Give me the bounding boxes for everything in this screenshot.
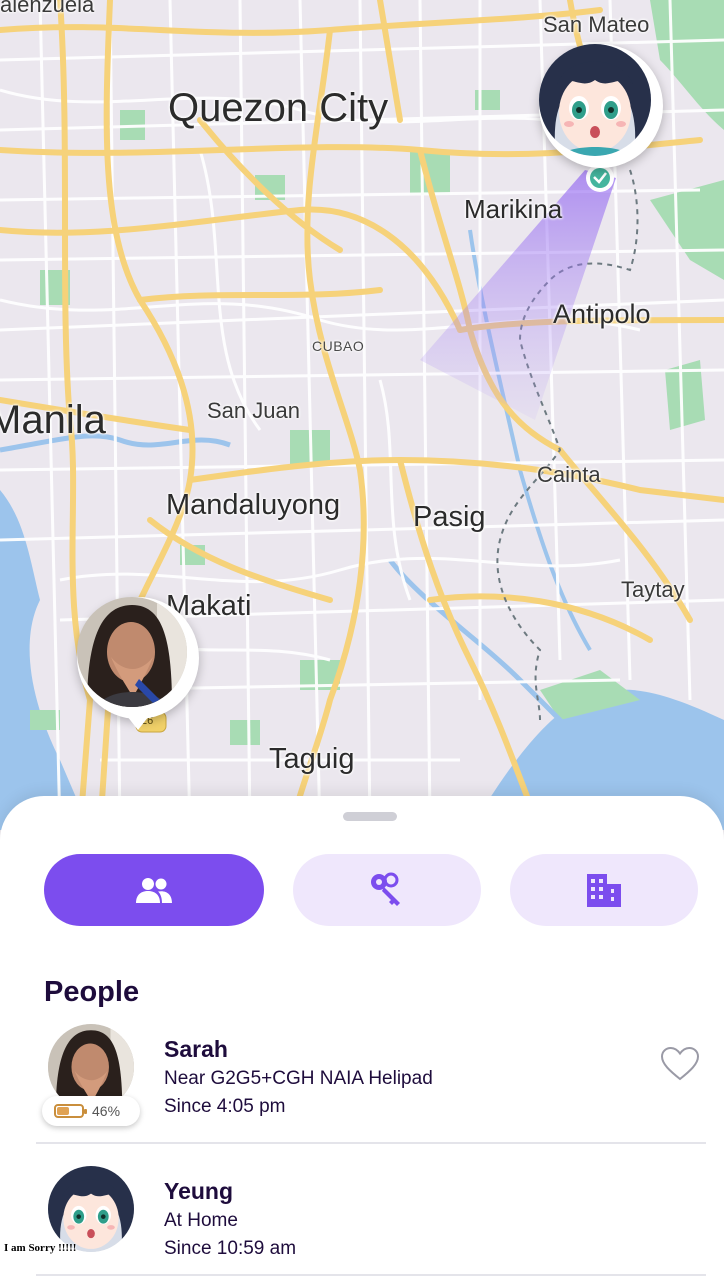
person-row-yeung[interactable]: Yeung At Home Since 10:59 am xyxy=(36,1166,706,1280)
sarah-pin-tail xyxy=(127,716,149,730)
yeung-map-pin[interactable] xyxy=(539,44,663,168)
map-label-mandaluyong: Mandaluyong xyxy=(166,489,341,521)
battery-badge: 46% xyxy=(42,1096,140,1126)
heart-outline-icon[interactable] xyxy=(660,1046,700,1082)
yeung-avatar xyxy=(48,1166,134,1252)
map-label-pasig: Pasig xyxy=(413,501,486,533)
sarah-map-pin[interactable] xyxy=(77,597,199,719)
map-label-taytay: Taytay xyxy=(621,577,685,602)
battery-icon xyxy=(54,1104,87,1118)
battery-level-fill xyxy=(57,1107,69,1115)
map-label-marikina: Marikina xyxy=(464,194,563,224)
map-view[interactable]: alenzuela San Mateo Quezon City Marikina… xyxy=(0,0,724,830)
bottom-sheet: People 46% Sarah Near G2G5+CGH NAIA Heli… xyxy=(0,796,724,1280)
anime-avatar-icon xyxy=(48,1166,134,1252)
map-label-cubao: CUBAO xyxy=(312,338,365,354)
map-label-san-juan: San Juan xyxy=(207,398,300,423)
row-divider xyxy=(36,1274,706,1276)
tab-keys[interactable] xyxy=(293,854,481,926)
building-icon xyxy=(587,874,621,907)
person-row-sarah[interactable]: 46% Sarah Near G2G5+CGH NAIA Helipad Sin… xyxy=(36,1024,706,1144)
keys-icon xyxy=(371,872,400,906)
anime-avatar-icon xyxy=(539,44,651,156)
map-label-valenzuela: alenzuela xyxy=(0,0,95,17)
people-icon xyxy=(136,878,172,903)
map-label-quezon-city: Quezon City xyxy=(168,86,389,130)
person-name: Yeung xyxy=(164,1178,234,1204)
map-label-san-mateo: San Mateo xyxy=(543,12,650,37)
map-label-taguig: Taguig xyxy=(269,743,355,775)
person-since: Since 4:05 pm xyxy=(164,1096,286,1117)
person-location: Near G2G5+CGH NAIA Helipad xyxy=(164,1068,433,1089)
person-since: Since 10:59 am xyxy=(164,1238,297,1259)
battery-percent: 46% xyxy=(92,1103,121,1119)
map-label-antipolo: Antipolo xyxy=(553,299,651,329)
person-name: Sarah xyxy=(164,1036,228,1062)
sheet-drag-handle[interactable] xyxy=(343,812,397,821)
overlay-caption: I am Sorry !!!!! xyxy=(4,1242,77,1254)
section-title-people: People xyxy=(44,976,140,1008)
tab-people[interactable] xyxy=(44,854,264,926)
map-label-manila: Manila xyxy=(0,398,106,442)
person-location: At Home xyxy=(164,1210,238,1231)
person-photo-icon xyxy=(77,597,187,707)
tab-places[interactable] xyxy=(510,854,698,926)
map-label-cainta: Cainta xyxy=(537,462,601,487)
row-divider xyxy=(36,1142,706,1144)
